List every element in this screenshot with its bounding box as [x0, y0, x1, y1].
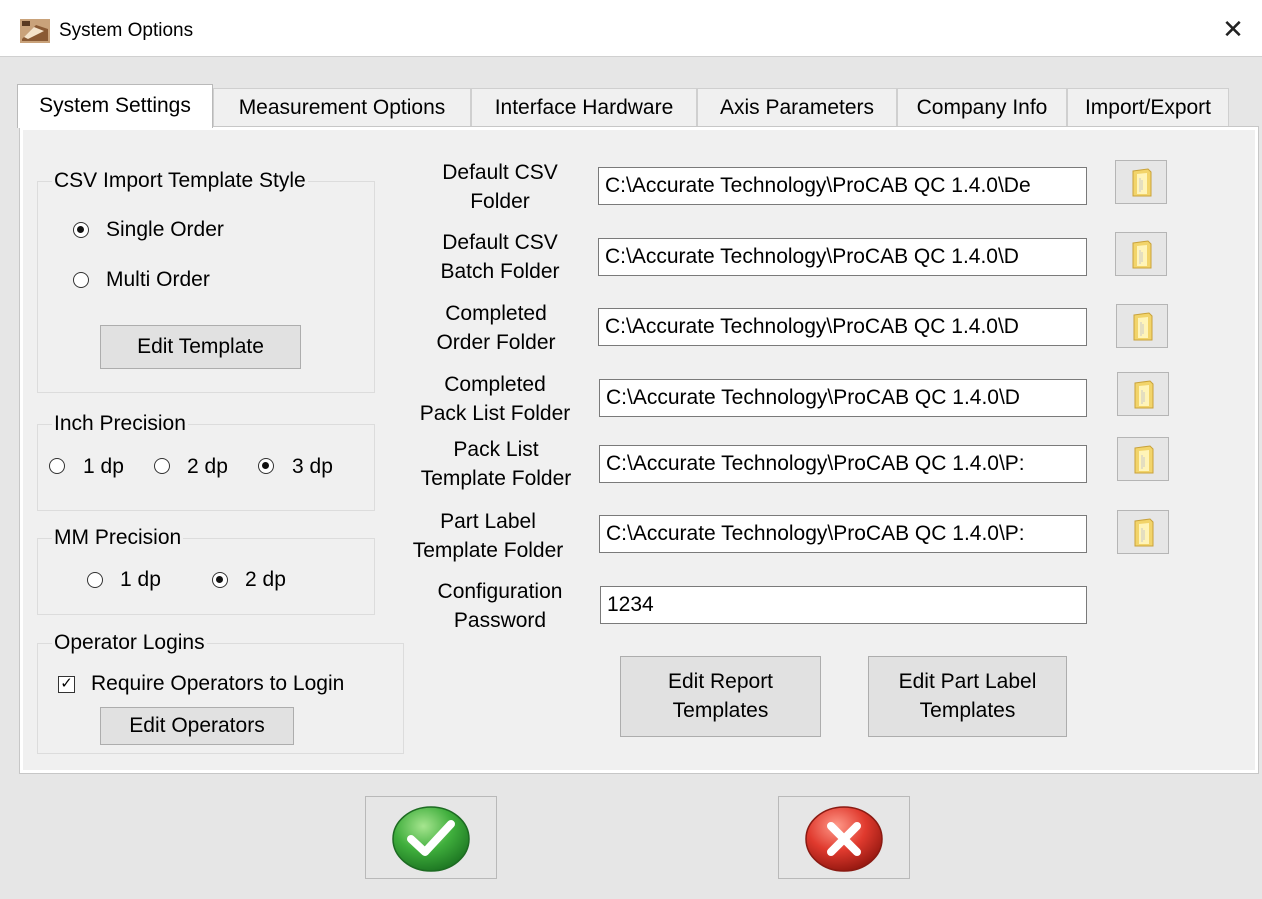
- completed-order-folder-input[interactable]: C:\Accurate Technology\ProCAB QC 1.4.0\D: [598, 308, 1087, 346]
- edit-operators-button[interactable]: Edit Operators: [100, 707, 294, 745]
- tab-system-settings[interactable]: System Settings: [17, 84, 213, 128]
- radio-multi-order[interactable]: [73, 272, 89, 288]
- part-label-template-folder-input[interactable]: C:\Accurate Technology\ProCAB QC 1.4.0\P…: [599, 515, 1087, 553]
- red-x-icon: [805, 806, 883, 872]
- completed-pack-list-folder-label: Completed Pack List Folder: [419, 373, 571, 425]
- inch-precision-title: Inch Precision: [52, 412, 188, 436]
- part-label-template-folder-label: Part Label Template Folder: [412, 510, 564, 562]
- edit-part-label-templates-button[interactable]: Edit Part Label Templates: [868, 656, 1067, 737]
- operator-logins-title: Operator Logins: [52, 631, 207, 655]
- radio-mm-1dp[interactable]: [87, 572, 103, 588]
- green-check-icon: [392, 806, 470, 872]
- inch-3dp-label: 3 dp: [292, 455, 333, 478]
- dialog-button-bar: [0, 776, 1262, 899]
- browse-pack-list-template-folder-button[interactable]: [1117, 437, 1169, 481]
- tab-measurement-options[interactable]: Measurement Options: [213, 88, 471, 126]
- tab-interface-hardware[interactable]: Interface Hardware: [471, 88, 697, 126]
- radio-inch-1dp[interactable]: [49, 458, 65, 474]
- folder-icon: [1134, 518, 1154, 547]
- inch-1dp-label: 1 dp: [83, 455, 124, 478]
- browse-completed-pack-list-folder-button[interactable]: [1117, 372, 1169, 416]
- default-csv-batch-folder-label: Default CSV Batch Folder: [440, 231, 560, 283]
- radio-inch-3dp[interactable]: [258, 458, 274, 474]
- default-csv-folder-input[interactable]: C:\Accurate Technology\ProCAB QC 1.4.0\D…: [598, 167, 1087, 205]
- window-title: System Options: [59, 20, 194, 41]
- pack-list-template-folder-label: Pack List Template Folder: [420, 438, 572, 490]
- tab-company-info[interactable]: Company Info: [897, 88, 1067, 126]
- ok-button[interactable]: [365, 796, 497, 879]
- require-login-label: Require Operators to Login: [91, 672, 345, 695]
- folder-icon: [1134, 380, 1154, 409]
- mm-2dp-label: 2 dp: [245, 568, 286, 591]
- mm-precision-title: MM Precision: [52, 526, 184, 550]
- browse-default-csv-batch-folder-button[interactable]: [1115, 232, 1167, 276]
- folder-icon: [1134, 445, 1154, 474]
- multi-order-label: Multi Order: [106, 268, 210, 291]
- default-csv-batch-folder-input[interactable]: C:\Accurate Technology\ProCAB QC 1.4.0\D: [598, 238, 1087, 276]
- cabinet-app-icon: [20, 19, 50, 43]
- cancel-button[interactable]: [778, 796, 910, 879]
- folder-icon: [1132, 240, 1152, 269]
- folder-icon: [1132, 168, 1152, 197]
- default-csv-folder-label: Default CSV Folder: [442, 161, 558, 213]
- browse-part-label-template-folder-button[interactable]: [1117, 510, 1169, 554]
- require-login-checkbox[interactable]: ✓: [58, 676, 75, 693]
- close-icon[interactable]: ✕: [1218, 14, 1248, 44]
- radio-inch-2dp[interactable]: [154, 458, 170, 474]
- single-order-label: Single Order: [106, 218, 224, 241]
- mm-1dp-label: 1 dp: [120, 568, 161, 591]
- pack-list-template-folder-input[interactable]: C:\Accurate Technology\ProCAB QC 1.4.0\P…: [599, 445, 1087, 483]
- title-bar: System Options ✕: [0, 0, 1262, 57]
- radio-mm-2dp[interactable]: [212, 572, 228, 588]
- tab-import-export[interactable]: Import/Export: [1067, 88, 1229, 126]
- completed-order-folder-label: Completed Order Folder: [436, 302, 556, 354]
- csv-template-style-title: CSV Import Template Style: [52, 169, 308, 193]
- edit-template-button[interactable]: Edit Template: [100, 325, 301, 369]
- folder-icon: [1133, 312, 1153, 341]
- radio-single-order[interactable]: [73, 222, 89, 238]
- configuration-password-label: Configuration Password: [437, 580, 563, 632]
- edit-report-templates-button[interactable]: Edit Report Templates: [620, 656, 821, 737]
- tab-axis-parameters[interactable]: Axis Parameters: [697, 88, 897, 126]
- browse-default-csv-folder-button[interactable]: [1115, 160, 1167, 204]
- configuration-password-input[interactable]: 1234: [600, 586, 1087, 624]
- inch-2dp-label: 2 dp: [187, 455, 228, 478]
- browse-completed-order-folder-button[interactable]: [1116, 304, 1168, 348]
- completed-pack-list-folder-input[interactable]: C:\Accurate Technology\ProCAB QC 1.4.0\D: [599, 379, 1087, 417]
